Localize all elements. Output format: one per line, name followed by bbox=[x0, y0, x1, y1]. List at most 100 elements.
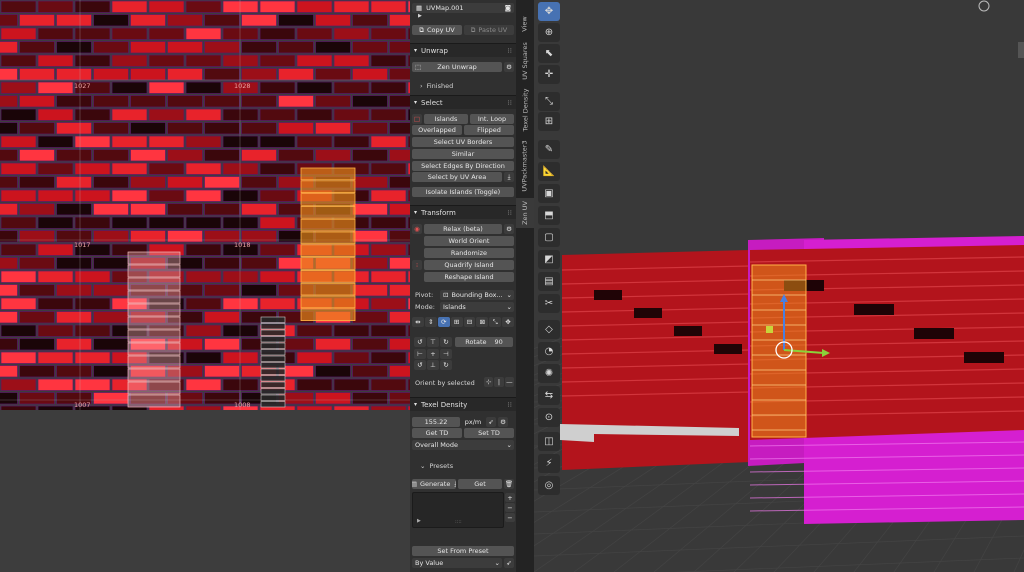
extrude-icon[interactable]: ⬒ bbox=[538, 206, 560, 225]
select-mode-icon[interactable]: □ bbox=[412, 114, 422, 124]
select-by-uv-area-button[interactable]: Select by UV Area bbox=[412, 172, 502, 182]
quadrify-island-button[interactable]: Quadrify Island bbox=[424, 260, 514, 270]
orient-line-icon[interactable]: — bbox=[504, 377, 514, 387]
fit-icon[interactable]: ⊞ bbox=[450, 317, 463, 327]
rotate-ccw-icon[interactable]: ↺ bbox=[414, 360, 426, 371]
mode-dropdown[interactable]: Islands ⌄ bbox=[440, 302, 514, 312]
presets-subpanel[interactable]: ⌄ Presets bbox=[420, 462, 453, 470]
add-cube-icon[interactable]: ▣ bbox=[538, 184, 560, 203]
select-edges-by-direction-button[interactable]: Select Edges By Direction bbox=[412, 161, 514, 171]
knife-icon[interactable]: ✂ bbox=[538, 294, 560, 313]
poly-build-icon[interactable]: ◇ bbox=[538, 320, 560, 339]
cursor-arrow-icon[interactable]: ➶ bbox=[486, 417, 496, 427]
cursor-icon[interactable]: ⊕ bbox=[538, 23, 560, 42]
flip-h-icon[interactable]: ⇹ bbox=[412, 317, 424, 327]
generate-button[interactable]: ▤ Generate ⤓ bbox=[412, 479, 456, 489]
overlapped-button[interactable]: Overlapped bbox=[412, 125, 462, 135]
select-box-icon[interactable]: ✥ bbox=[538, 2, 560, 21]
minus-icon[interactable]: − bbox=[505, 503, 515, 512]
grip-icon[interactable]: ⁞⁞ bbox=[508, 99, 512, 107]
presets-list[interactable]: ▶ :::: bbox=[412, 492, 504, 528]
finished-subpanel[interactable]: › Finished bbox=[420, 82, 453, 90]
uv-canvas[interactable] bbox=[0, 0, 410, 572]
tab-uv-squares[interactable]: UV Squares bbox=[516, 36, 534, 86]
edge-slide-icon[interactable]: ⇆ bbox=[538, 386, 560, 405]
align-top-icon[interactable]: ⊤ bbox=[427, 337, 439, 347]
isolate-islands-button[interactable]: Isolate Islands (Toggle) bbox=[412, 187, 514, 197]
distribute-icon[interactable]: ⊠ bbox=[476, 317, 489, 327]
download-icon[interactable]: ⤓ bbox=[504, 172, 514, 182]
resize-grip-icon[interactable]: :::: bbox=[455, 519, 462, 525]
set-td-button[interactable]: Set TD bbox=[464, 428, 514, 438]
smooth-icon[interactable]: ✺ bbox=[538, 364, 560, 383]
grip-icon[interactable]: ⁞⁞ bbox=[508, 401, 512, 409]
gear-icon[interactable]: ⚙ bbox=[504, 224, 514, 234]
shrink-fatten-icon[interactable]: ⊙ bbox=[538, 408, 560, 427]
rotate-cw-icon[interactable]: ↻ bbox=[440, 360, 452, 371]
rotate-icon[interactable]: ✛ bbox=[538, 65, 560, 84]
minus-icon[interactable]: − bbox=[505, 513, 515, 522]
align-icon[interactable]: ⊟ bbox=[463, 317, 476, 327]
orient-v-icon[interactable]: | bbox=[494, 377, 504, 387]
loop-cut-icon[interactable]: ▤ bbox=[538, 272, 560, 291]
camera-icon[interactable]: ◙ bbox=[505, 4, 511, 12]
similar-button[interactable]: Similar bbox=[412, 149, 514, 159]
flipped-button[interactable]: Flipped bbox=[464, 125, 514, 135]
annotate-icon[interactable]: ✎ bbox=[538, 140, 560, 159]
scale-icon[interactable]: ⤡ bbox=[538, 92, 560, 111]
uv-editor[interactable]: 1027 1028 1017 1018 1007 1008 bbox=[0, 0, 410, 572]
align-center-icon[interactable]: + bbox=[427, 348, 439, 359]
world-orient-button[interactable]: World Orient bbox=[424, 236, 514, 246]
uvmap-slot[interactable]: ▦ UVMap.001 ◙ bbox=[412, 3, 514, 13]
measure-icon[interactable]: 📐 bbox=[538, 162, 560, 181]
rotate-icon[interactable]: ⟳ bbox=[437, 317, 450, 327]
texel-density-header[interactable]: ▾ Texel Density ⁞⁞ bbox=[410, 397, 516, 411]
play-icon[interactable]: ▶ bbox=[418, 13, 422, 19]
paste-uv-button[interactable]: ⧉ Paste UV bbox=[464, 25, 514, 35]
rotate-field[interactable]: Rotate 90 bbox=[455, 337, 513, 347]
transform-header[interactable]: ▾ Transform ⁞⁞ bbox=[410, 205, 516, 219]
scale-icon[interactable]: ⤡ bbox=[489, 317, 502, 327]
int-loop-button[interactable]: Int. Loop bbox=[470, 114, 514, 124]
texel-density-input[interactable]: 155.22 bbox=[412, 417, 460, 427]
transform-icon[interactable]: ⊞ bbox=[538, 112, 560, 131]
copy-uv-button[interactable]: ⧉ Copy UV bbox=[412, 25, 462, 35]
inset-icon[interactable]: ▢ bbox=[538, 228, 560, 247]
gear-icon[interactable]: ⚙ bbox=[498, 417, 508, 427]
rotate-cw-icon[interactable]: ↻ bbox=[440, 337, 452, 347]
tab-texel-density[interactable]: Texel Density bbox=[516, 86, 534, 134]
td-mode-dropdown[interactable]: Overall Mode ⌄ bbox=[412, 440, 514, 450]
zen-unwrap-button[interactable]: ⬚ Zen Unwrap bbox=[412, 62, 502, 72]
select-uv-borders-button[interactable]: Select UV Borders bbox=[412, 137, 514, 147]
tab-uvpackmaster3[interactable]: UVPackmaster3 bbox=[516, 138, 534, 194]
unwrap-header[interactable]: ▾ Unwrap ⁞⁞ bbox=[410, 43, 516, 57]
get-td-button[interactable]: Get TD bbox=[412, 428, 462, 438]
islands-button[interactable]: Islands bbox=[424, 114, 468, 124]
relax-button[interactable]: Relax (beta) bbox=[424, 224, 502, 234]
bevel-icon[interactable]: ◩ bbox=[538, 250, 560, 269]
reshape-island-button[interactable]: Reshape Island bbox=[424, 272, 514, 282]
select-header[interactable]: ▾ Select ⁞⁞ bbox=[410, 95, 516, 109]
align-right-icon[interactable]: ⊣ bbox=[440, 348, 452, 359]
orient-h-icon[interactable]: ⊹ bbox=[484, 377, 494, 387]
to-sphere-icon[interactable]: ◎ bbox=[538, 476, 560, 495]
align-left-icon[interactable]: ⊢ bbox=[414, 348, 426, 359]
shear-icon[interactable]: ◫ bbox=[538, 432, 560, 451]
spin-icon[interactable]: ◔ bbox=[538, 342, 560, 361]
viewport-canvas[interactable] bbox=[534, 0, 1024, 572]
randomize-button[interactable]: Randomize bbox=[424, 248, 514, 258]
flip-v-icon[interactable]: ⇕ bbox=[424, 317, 437, 327]
cursor-arrow-icon[interactable]: ➶ bbox=[504, 558, 514, 568]
3d-viewport[interactable] bbox=[534, 0, 1024, 572]
grip-icon[interactable]: ⁞⁞ bbox=[508, 47, 512, 55]
get-button[interactable]: Get bbox=[458, 479, 502, 489]
move-icon[interactable]: ✥ bbox=[502, 317, 514, 327]
plus-icon[interactable]: + bbox=[505, 493, 515, 502]
trash-icon[interactable]: 🗑 bbox=[504, 479, 514, 489]
by-value-dropdown[interactable]: By Value ⌄ bbox=[412, 558, 502, 568]
set-from-preset-button[interactable]: Set From Preset bbox=[412, 546, 514, 556]
tab-zen-uv[interactable]: Zen UV bbox=[516, 198, 534, 228]
rip-icon[interactable]: ⚡ bbox=[538, 454, 560, 473]
play-icon[interactable]: ▶ bbox=[417, 518, 421, 524]
pivot-dropdown[interactable]: ⊡ Bounding Box... ⌄ bbox=[440, 290, 514, 300]
